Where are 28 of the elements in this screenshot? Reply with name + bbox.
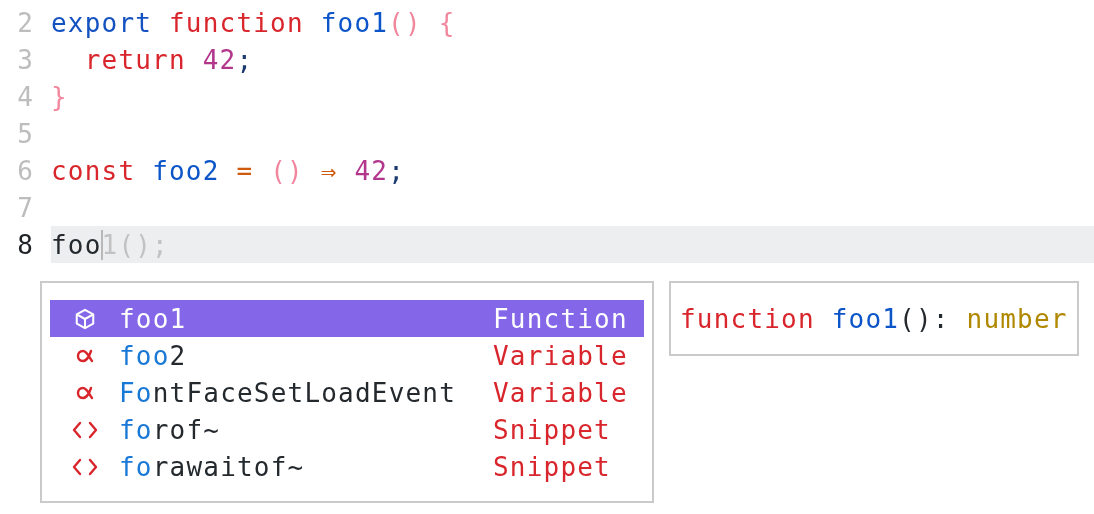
alpha-icon [75, 385, 94, 400]
alpha-icon [75, 348, 94, 363]
completion-label: foo1 [119, 303, 188, 334]
cube-icon [73, 307, 96, 330]
line-number: 3 [16, 44, 34, 75]
line-number: 6 [16, 155, 34, 186]
completion-label: FontFaceSetLoadEvent [119, 377, 458, 408]
signature-text: function foo1(): number [680, 303, 1068, 334]
completion-label: fo rof~ [119, 414, 222, 445]
completion-item[interactable]: foo2 Variable [50, 337, 644, 374]
code-line: const foo2 = () ⇒ 42; [51, 154, 406, 188]
text-cursor [100, 229, 103, 260]
code-brackets-icon [71, 457, 98, 476]
completion-label: fo rawaitof~ [119, 451, 306, 482]
code-brackets-icon [71, 420, 98, 439]
line-number: 7 [16, 192, 34, 223]
completion-item[interactable]: fo rawaitof~ Snippet [50, 448, 644, 485]
completion-item[interactable]: foo1 Function [50, 300, 644, 337]
line-number: 4 [16, 81, 34, 112]
completion-item[interactable]: FontFaceSetLoadEvent Variable [50, 374, 644, 411]
code-line: } [51, 80, 69, 114]
line-number: 8 [16, 229, 34, 260]
line-number: 5 [16, 118, 34, 149]
completion-item[interactable]: fo rof~ Snippet [50, 411, 644, 448]
code-line: return 42; [83, 43, 255, 77]
code-line: export function foo1() { [51, 6, 457, 40]
completion-label: foo2 [119, 340, 188, 371]
line-number: 2 [16, 7, 34, 38]
